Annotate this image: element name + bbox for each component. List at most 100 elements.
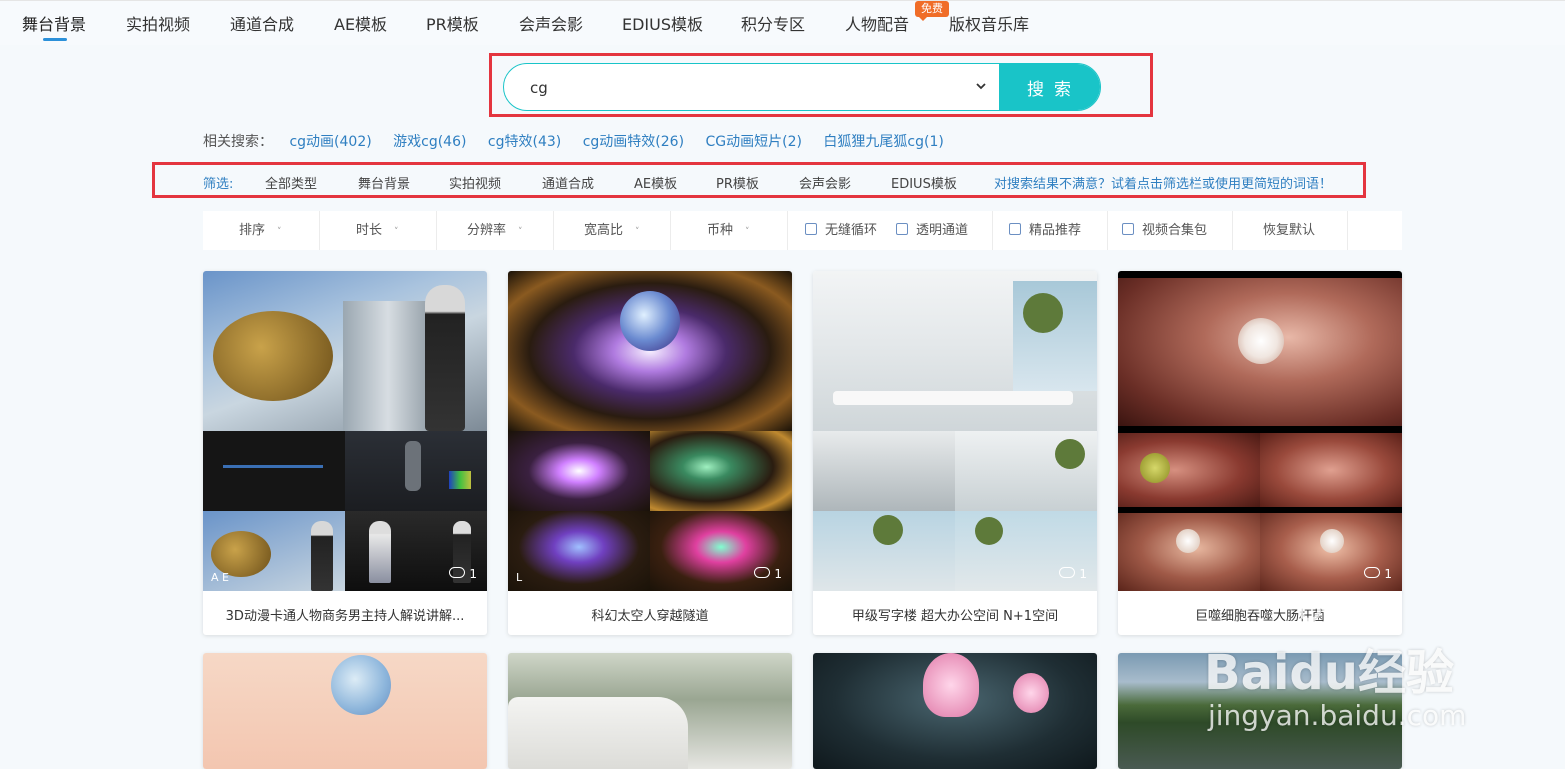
- video-bundle-checkbox[interactable]: 视频合集包: [1122, 211, 1207, 250]
- search-input[interactable]: [528, 64, 962, 110]
- related-link[interactable]: cg特效(43): [488, 134, 561, 150]
- featured-checkbox[interactable]: 精品推荐: [1009, 211, 1081, 250]
- duration-dropdown[interactable]: 时长 ˅: [356, 211, 399, 250]
- top-nav: 舞台背景 实拍视频 通道合成 AE模板 PR模板 会声会影 EDIUS模板 积分…: [0, 0, 1565, 45]
- filter-edius-template[interactable]: EDIUS模板: [891, 173, 957, 192]
- filter-live-video[interactable]: 实拍视频: [449, 173, 501, 192]
- related-link[interactable]: CG动画短片(2): [705, 134, 801, 150]
- card-title[interactable]: 科幻太空人穿越隧道: [508, 605, 792, 624]
- free-badge: 免费: [915, 1, 949, 21]
- checkbox-icon: [1122, 223, 1134, 235]
- video-thumbnail[interactable]: A E 1: [203, 271, 487, 591]
- divider: [670, 211, 671, 250]
- filter-stage-background[interactable]: 舞台背景: [358, 173, 410, 192]
- video-thumbnail[interactable]: [813, 653, 1097, 769]
- search-button[interactable]: 搜索: [999, 64, 1100, 110]
- tree-shape: [873, 515, 903, 545]
- tree-shape: [1055, 439, 1085, 469]
- character-shape: [311, 521, 333, 591]
- video-card[interactable]: 1 甲级写字楼 超大办公空间 N+1空间: [813, 271, 1097, 635]
- related-link[interactable]: 白狐狸九尾狐cg(1): [823, 134, 943, 150]
- video-thumbnail[interactable]: L 1: [508, 271, 792, 591]
- video-card[interactable]: [813, 653, 1097, 769]
- video-thumbnail[interactable]: [203, 653, 487, 769]
- download-count: 1: [449, 567, 477, 581]
- filter-corel-video[interactable]: 会声会影: [799, 173, 851, 192]
- astronaut-shape: [620, 291, 680, 351]
- thumbnail-tile: [1260, 433, 1402, 507]
- alpha-channel-checkbox[interactable]: 透明通道: [896, 211, 968, 250]
- nav-item-corel-video[interactable]: 会声会影: [519, 11, 583, 35]
- download-count-value: 1: [469, 567, 477, 581]
- thumbnail-tile: [1118, 513, 1260, 591]
- filter-tip[interactable]: 对搜索结果不满意？试着点击筛选栏或使用更简短的词语！: [994, 173, 1332, 192]
- featured-label: 精品推荐: [1029, 223, 1082, 238]
- related-searches: 相关搜索： cg动画(402) 游戏cg(46) cg特效(43) cg动画特效…: [203, 131, 961, 151]
- nav-item-stage-background[interactable]: 舞台背景: [22, 11, 86, 35]
- resolution-dropdown[interactable]: 分辨率 ˅: [467, 211, 523, 250]
- filter-all-types[interactable]: 全部类型: [265, 173, 317, 192]
- nav-item-voice-over[interactable]: 人物配音: [845, 11, 909, 35]
- divider: [992, 211, 993, 250]
- nav-item-live-video[interactable]: 实拍视频: [126, 11, 190, 35]
- letterbox-bar: [1118, 426, 1402, 433]
- related-link[interactable]: 游戏cg(46): [393, 134, 466, 150]
- cloud-download-icon: [754, 567, 771, 578]
- video-thumbnail[interactable]: 1: [1118, 271, 1402, 591]
- thumbnail-tile: [345, 431, 487, 511]
- video-thumbnail[interactable]: [508, 653, 792, 769]
- filter-label: 筛选:: [203, 177, 234, 192]
- video-thumbnail[interactable]: 1: [813, 271, 1097, 591]
- nav-item-music-library[interactable]: 版权音乐库: [949, 11, 1029, 35]
- filter-pr-template[interactable]: PR模板: [716, 173, 759, 192]
- currency-dropdown[interactable]: 币种 ˅: [707, 211, 750, 250]
- divider: [1107, 211, 1108, 250]
- video-card[interactable]: [508, 653, 792, 769]
- card-title[interactable]: 甲级写字楼 超大办公空间 N+1空间: [813, 605, 1097, 624]
- filter-ae-template[interactable]: AE模板: [634, 173, 677, 192]
- reset-button[interactable]: 恢复默认: [1263, 211, 1315, 250]
- aspect-ratio-label: 宽高比: [584, 223, 624, 238]
- aspect-ratio-dropdown[interactable]: 宽高比 ˅: [584, 211, 640, 250]
- chevron-down-icon: ˅: [394, 227, 399, 237]
- thumbnail-tile: [508, 271, 792, 431]
- video-card[interactable]: 1 巨噬细胞吞噬大肠杆菌: [1118, 271, 1402, 635]
- checkbox-icon: [896, 223, 908, 235]
- filter-channel-composite[interactable]: 通道合成: [542, 173, 594, 192]
- chevron-down-icon[interactable]: [974, 78, 992, 96]
- seamless-loop-checkbox[interactable]: 无缝循环: [805, 211, 877, 250]
- nav-item-pr-template[interactable]: PR模板: [426, 11, 479, 35]
- sort-dropdown[interactable]: 排序 ˅: [239, 211, 282, 250]
- video-card[interactable]: A E 1 3D动漫卡通人物商务男主持人解说讲解...: [203, 271, 487, 635]
- divider: [319, 211, 320, 250]
- video-bundle-label: 视频合集包: [1142, 223, 1208, 238]
- nav-item-channel-composite[interactable]: 通道合成: [230, 11, 294, 35]
- video-card[interactable]: L 1 科幻太空人穿越隧道: [508, 271, 792, 635]
- video-card[interactable]: [203, 653, 487, 769]
- related-link[interactable]: cg动画(402): [289, 134, 371, 150]
- thumbnail-text-line: [223, 465, 323, 468]
- card-title[interactable]: 3D动漫卡通人物商务男主持人解说讲解...: [203, 605, 487, 624]
- duration-label: 时长: [356, 223, 383, 238]
- thumbnail-tile: [1118, 278, 1402, 426]
- seamless-loop-label: 无缝循环: [825, 223, 878, 238]
- checkbox-icon: [1009, 223, 1021, 235]
- currency-label: 币种: [707, 223, 734, 238]
- nav-item-points-zone[interactable]: 积分专区: [741, 11, 805, 35]
- watermark-brand: Baidu经验: [1204, 645, 1454, 701]
- thumbnail-tile: [508, 431, 650, 511]
- character-shape: [369, 521, 391, 583]
- related-link[interactable]: cg动画特效(26): [583, 134, 684, 150]
- letterbox-bar: [1118, 271, 1402, 278]
- cell-shape: [1176, 529, 1200, 553]
- color-panel-shape: [449, 471, 471, 489]
- divider: [1347, 211, 1348, 250]
- lotus-shape: [923, 653, 979, 717]
- options-bar: 排序 ˅ 时长 ˅ 分辨率 ˅ 宽高比 ˅ 币种 ˅ 无缝循环 透明通道 精品推荐 视频合…: [203, 211, 1402, 250]
- building-shape: [343, 301, 433, 431]
- cell-shape: [1320, 529, 1344, 553]
- divider: [1232, 211, 1233, 250]
- nav-item-edius-template[interactable]: EDIUS模板: [622, 11, 703, 35]
- nav-item-ae-template[interactable]: AE模板: [334, 11, 387, 35]
- format-tag: L: [516, 571, 523, 584]
